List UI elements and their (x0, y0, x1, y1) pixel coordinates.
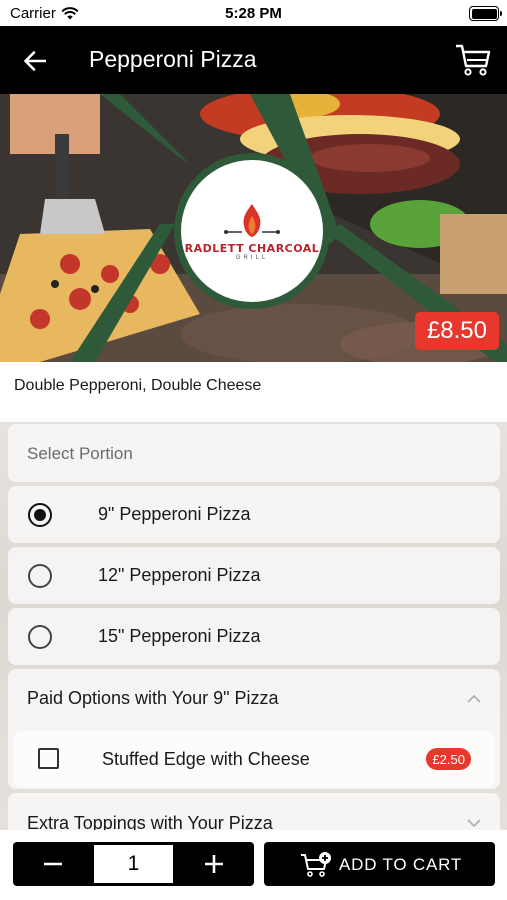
paid-option-label: Stuffed Edge with Cheese (102, 749, 310, 769)
add-to-cart-button[interactable]: ADD TO CART (264, 842, 495, 886)
status-time: 5:28 PM (225, 5, 282, 22)
hero-banner: RADLETT CHARCOAL GRILL £8.50 (0, 94, 507, 362)
paid-options-section: Paid Options with Your 9" Pizza Stuffed … (8, 669, 500, 789)
add-to-cart-label: ADD TO CART (339, 855, 463, 874)
paid-option-price: £2.50 (426, 748, 471, 770)
logo-subtitle: GRILL (235, 254, 269, 261)
portion-option-9[interactable]: 9" Pepperoni Pizza (8, 486, 500, 543)
paid-options-title[interactable]: Paid Options with Your 9" Pizza (27, 688, 279, 709)
page-title: Pepperoni Pizza (89, 46, 257, 72)
quantity-stepper: 1 (13, 842, 254, 886)
radio-button-selected[interactable] (28, 503, 52, 527)
radio-button[interactable] (28, 625, 52, 649)
extra-toppings-title: Extra Toppings with Your Pizza (27, 813, 273, 830)
chevron-up-icon[interactable] (466, 691, 482, 707)
logo-badge: RADLETT CHARCOAL GRILL (181, 160, 323, 302)
portion-option-label: 12" Pepperoni Pizza (98, 565, 261, 585)
status-bar: Carrier 5:28 PM (0, 0, 507, 26)
battery-icon (469, 6, 502, 21)
quantity-value[interactable]: 1 (94, 845, 173, 883)
options-panel: Select Portion 9" Pepperoni Pizza 12" Pe… (0, 422, 507, 830)
restaurant-logo: RADLETT CHARCOAL GRILL (174, 153, 330, 309)
plus-icon (205, 855, 223, 873)
price-badge: £8.50 (414, 312, 499, 350)
logo-title: RADLETT CHARCOAL (184, 241, 320, 255)
portion-option-12[interactable]: 12" Pepperoni Pizza (8, 547, 500, 604)
decrease-quantity-button[interactable] (13, 842, 93, 886)
paid-option-row[interactable]: Stuffed Edge with Cheese £2.50 (13, 731, 495, 787)
item-description: Double Pepperoni, Double Cheese (14, 377, 262, 394)
arrow-left-icon (24, 51, 46, 71)
back-button[interactable] (18, 44, 52, 78)
extra-toppings-section[interactable]: Extra Toppings with Your Pizza (8, 793, 500, 830)
portion-option-label: 15" Pepperoni Pizza (98, 626, 261, 646)
bottom-action-bar: 1 ADD TO CART (0, 830, 507, 900)
radio-button[interactable] (28, 564, 52, 588)
portion-header-label: Select Portion (27, 444, 133, 463)
chevron-down-icon[interactable] (466, 815, 482, 830)
portion-header: Select Portion (8, 424, 500, 482)
shopping-cart-icon (456, 44, 491, 76)
navigation-bar: Pepperoni Pizza (0, 26, 507, 94)
portion-option-15[interactable]: 15" Pepperoni Pizza (8, 608, 500, 665)
add-to-cart-icon (301, 852, 331, 877)
checkbox[interactable] (38, 748, 59, 769)
cart-button[interactable] (453, 40, 493, 80)
flame-icon (224, 203, 280, 237)
increase-quantity-button[interactable] (174, 842, 254, 886)
minus-icon (44, 862, 62, 866)
portion-option-label: 9" Pepperoni Pizza (98, 504, 251, 524)
